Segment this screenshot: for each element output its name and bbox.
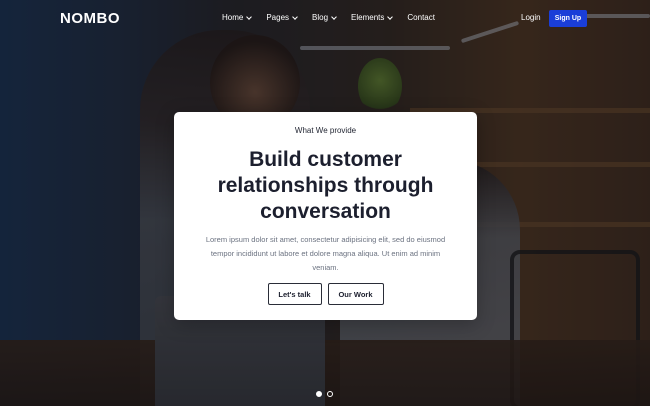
hero-actions: Let's talk Our Work [174, 283, 477, 305]
chevron-down-icon [292, 13, 298, 20]
nav-item-contact[interactable]: Contact [407, 13, 435, 22]
nav-item-label: Home [222, 13, 244, 22]
signup-button[interactable]: Sign Up [549, 10, 587, 27]
slider-dot-1[interactable] [316, 391, 322, 397]
main-menu: Home Pages Blog Elements Contact [222, 13, 450, 22]
hero-headline: Build customer relationships through con… [217, 148, 434, 223]
chevron-down-icon [331, 13, 337, 20]
top-navbar: NOMBO Home Pages Blog Elements Contact L… [0, 0, 650, 36]
chevron-down-icon [246, 13, 253, 20]
nav-item-elements[interactable]: Elements [351, 13, 394, 22]
nav-item-pages[interactable]: Pages [266, 13, 298, 22]
nav-item-label: Contact [407, 13, 435, 22]
nav-item-home[interactable]: Home [222, 13, 253, 22]
slider-dot-2[interactable] [327, 391, 333, 397]
nav-item-label: Elements [351, 13, 385, 22]
brand-logo[interactable]: NOMBO [60, 10, 120, 27]
nav-item-blog[interactable]: Blog [312, 13, 337, 22]
nav-item-label: Pages [266, 13, 290, 22]
chevron-down-icon [387, 13, 394, 20]
nav-item-label: Blog [312, 13, 329, 22]
our-work-button[interactable]: Our Work [327, 283, 384, 305]
login-link[interactable]: Login [521, 13, 541, 22]
hero-card: What We provide Build customer relations… [174, 112, 477, 320]
slider-dots [316, 391, 333, 397]
lets-talk-button[interactable]: Let's talk [267, 283, 322, 305]
hero-description: Lorem ipsum dolor sit amet, consectetur … [205, 235, 446, 272]
hero-eyebrow: What We provide [294, 126, 357, 135]
